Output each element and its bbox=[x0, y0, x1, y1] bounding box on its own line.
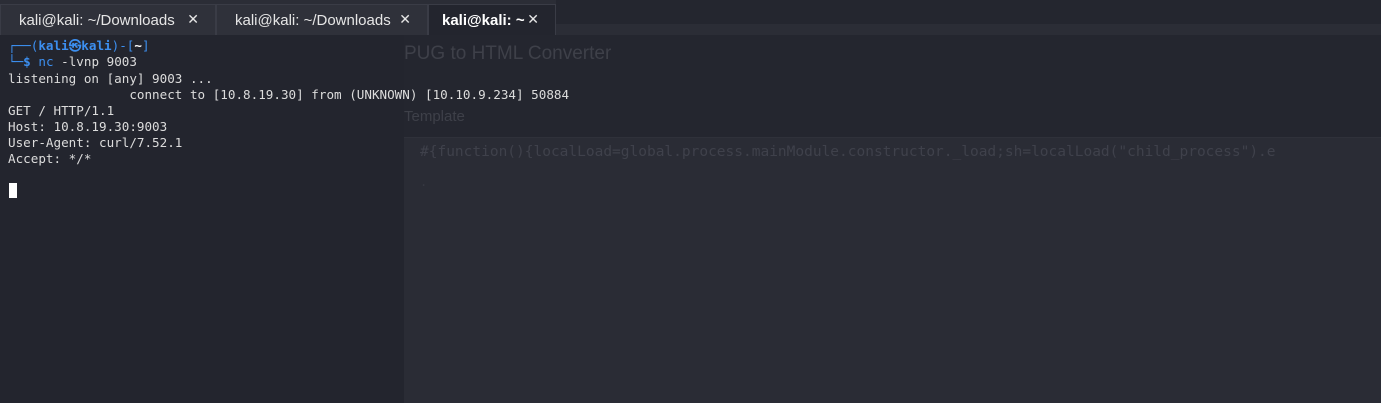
tab-bar: kali@kali: ~/Downloads ✕ kali@kali: ~/Do… bbox=[0, 0, 1381, 35]
close-icon[interactable]: ✕ bbox=[399, 12, 411, 28]
background-page-title: PUG to HTML Converter bbox=[404, 43, 612, 64]
command-name: nc bbox=[38, 54, 54, 69]
background-browser-toolbar bbox=[556, 0, 1381, 24]
output-line: User-Agent: curl/7.52.1 bbox=[8, 135, 183, 150]
tab-home[interactable]: kali@kali: ~ ✕ bbox=[428, 4, 556, 35]
prompt-line-command: └─$ nc -lvnp 9003 bbox=[8, 54, 137, 69]
background-line-marker: . bbox=[420, 175, 428, 189]
close-icon[interactable]: ✕ bbox=[527, 12, 539, 28]
terminal-output[interactable]: ┌──(kali㉿kali)-[~] └─$ nc -lvnp 9003 lis… bbox=[0, 35, 569, 403]
background-code-editor: #{function(){localLoad=global.process.ma… bbox=[404, 137, 1381, 403]
prompt-line-top: ┌──(kali㉿kali)-[~] bbox=[8, 38, 150, 53]
terminal-window: kali@kali: ~/Downloads ✕ kali@kali: ~/Do… bbox=[0, 0, 1381, 403]
output-line: connect to [10.8.19.30] from (UNKNOWN) [… bbox=[8, 87, 570, 102]
background-code-line: #{function(){localLoad=global.process.ma… bbox=[420, 144, 1276, 160]
background-template-label: Template bbox=[404, 108, 465, 125]
tab-label: kali@kali: ~/Downloads bbox=[19, 11, 175, 29]
command-args: -lvnp 9003 bbox=[53, 54, 137, 69]
output-line: Host: 10.8.19.30:9003 bbox=[8, 119, 168, 134]
terminal-cursor bbox=[9, 183, 17, 198]
output-line: GET / HTTP/1.1 bbox=[8, 103, 115, 118]
tab-label: kali@kali: ~ bbox=[442, 11, 525, 29]
output-line: Accept: */* bbox=[8, 151, 92, 166]
output-line: listening on [any] 9003 ... bbox=[8, 71, 213, 86]
close-icon[interactable]: ✕ bbox=[187, 12, 199, 28]
tab-label: kali@kali: ~/Downloads bbox=[235, 11, 391, 29]
tab-downloads-1[interactable]: kali@kali: ~/Downloads ✕ bbox=[0, 4, 216, 35]
tab-downloads-2[interactable]: kali@kali: ~/Downloads ✕ bbox=[216, 4, 428, 35]
